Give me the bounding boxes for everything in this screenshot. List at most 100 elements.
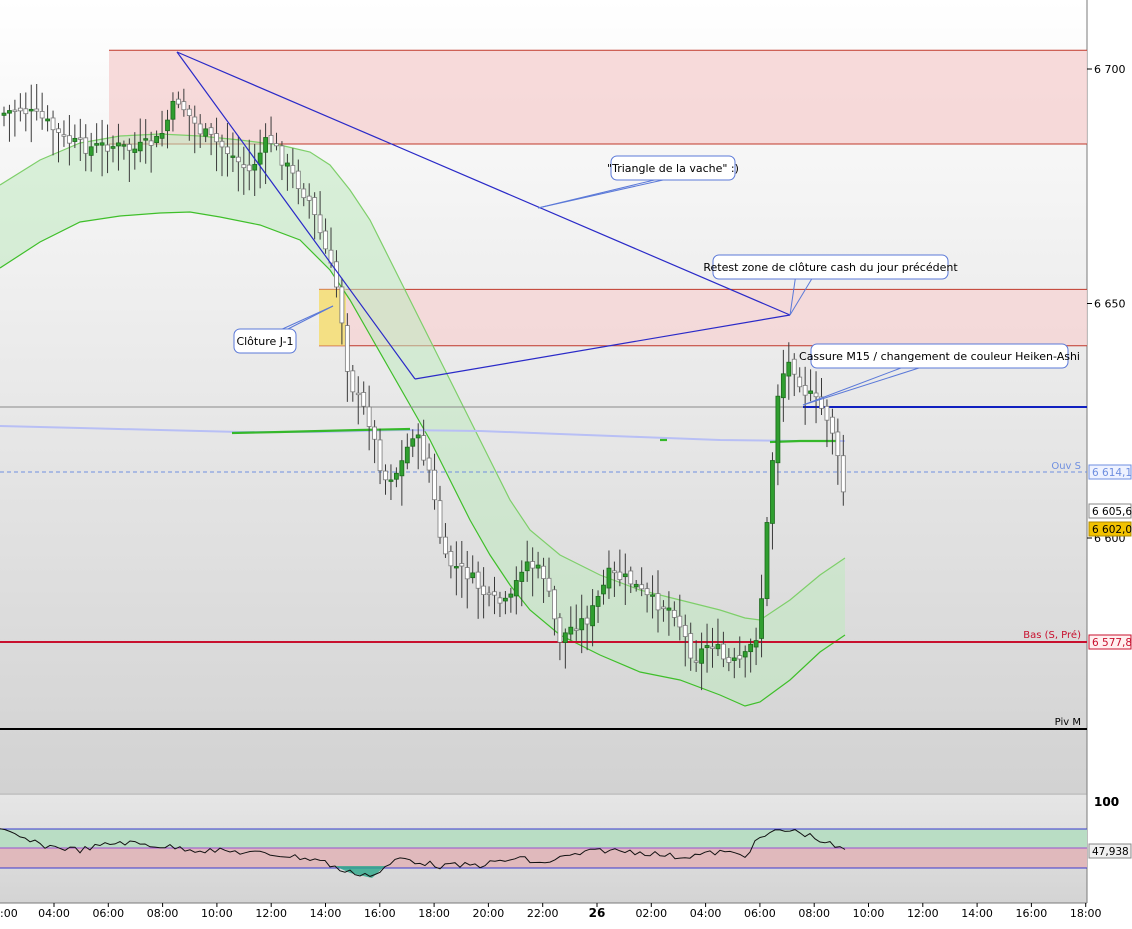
candle-body <box>437 500 443 538</box>
candle-body <box>737 655 743 660</box>
callout-triangle-text: "Triangle de la vache" :) <box>607 162 739 175</box>
candle-body <box>61 134 67 137</box>
time-tick-label: 04:00 <box>38 907 70 920</box>
candle-body <box>568 626 574 635</box>
candle-body <box>475 571 481 589</box>
candle-body <box>721 643 726 660</box>
candle-body <box>186 108 192 116</box>
piv-m-label: Piv M <box>1055 717 1081 728</box>
candle-body <box>617 571 623 580</box>
candle-body <box>519 571 525 582</box>
candle-body <box>110 146 116 149</box>
candle-body <box>470 572 476 579</box>
candle-body <box>513 580 519 597</box>
candle-body <box>399 460 405 477</box>
candle-body <box>372 426 378 440</box>
candle-body <box>552 589 557 620</box>
time-tick-label: 02:00 <box>635 907 667 920</box>
time-tick-label: 14:00 <box>961 907 993 920</box>
price-tick-label: 6 650 <box>1094 298 1126 311</box>
right-axis-background <box>1087 0 1132 925</box>
candle-body <box>306 195 312 201</box>
candle-body <box>464 567 470 580</box>
candle-body <box>606 567 612 589</box>
time-tick-label: 06:00 <box>744 907 776 920</box>
candle-body <box>731 657 737 661</box>
candle-body <box>246 164 252 172</box>
candle-body <box>126 143 132 151</box>
time-tick-label: 04:00 <box>690 907 722 920</box>
candle-body <box>612 570 617 574</box>
candle-body <box>682 625 688 637</box>
candle-body <box>459 563 465 567</box>
price-tag-b-text: 6 602,0 <box>1092 524 1132 536</box>
candle-body <box>148 140 154 146</box>
time-tick-label: 12:00 <box>907 907 939 920</box>
candle-body <box>121 144 127 147</box>
time-tick-label: 08:00 <box>147 907 179 920</box>
candle-body <box>197 123 203 135</box>
candle-body <box>235 156 241 163</box>
candle-body <box>404 446 410 464</box>
candle-body <box>279 145 285 166</box>
price-tag-a-text: 6 605,6 <box>1092 506 1132 518</box>
candle-body <box>252 164 258 171</box>
candle-body <box>780 373 786 399</box>
candle-body <box>274 143 279 147</box>
candle-body <box>317 214 323 234</box>
previous-close-zone <box>319 289 1087 346</box>
osc-value-tag: 47,938 <box>1088 843 1132 859</box>
candle-body <box>241 164 247 169</box>
candle-body <box>448 551 454 567</box>
candle-body <box>45 118 50 122</box>
candle-body <box>7 110 12 114</box>
candle-body <box>601 584 606 595</box>
candle-body <box>753 640 759 648</box>
candle-body <box>12 109 18 112</box>
candle-body <box>94 143 100 146</box>
upper-resistance-zone <box>109 50 1087 145</box>
candle-body <box>666 607 672 611</box>
candle-body <box>802 385 808 396</box>
bas-label: Bas (S, Pré) <box>1023 629 1081 641</box>
candle-body <box>263 137 269 153</box>
candle-body <box>421 435 427 461</box>
ouv-s-tag: 6 614,1 <box>1088 464 1132 480</box>
candle-body <box>388 479 394 482</box>
candle-body <box>355 392 361 396</box>
candle-body <box>808 390 813 394</box>
candle-body <box>835 431 841 457</box>
candle-body <box>492 591 497 596</box>
candle-body <box>579 618 585 631</box>
candle-body <box>290 165 296 174</box>
candle-body <box>840 455 846 493</box>
price-chart[interactable]: Ouv S Bas (S, Pré) Piv M "Triangle de la v… <box>0 0 1132 925</box>
candle-body <box>50 117 56 131</box>
candle-body <box>170 100 176 120</box>
candle-body <box>23 108 29 115</box>
candle-body <box>383 470 388 481</box>
candle-body <box>481 585 487 595</box>
candle-body <box>230 155 236 158</box>
candle-body <box>175 98 181 105</box>
candle-body <box>28 108 34 112</box>
time-tick-label: 08:00 <box>798 907 830 920</box>
candle-body <box>622 573 628 578</box>
candle-body <box>573 628 579 631</box>
candle-body <box>677 615 683 628</box>
candle-body <box>301 188 307 199</box>
candle-body <box>775 395 781 464</box>
candle-body <box>453 566 459 569</box>
osc-top-value: 100 <box>1094 795 1119 809</box>
candle-body <box>824 405 830 421</box>
candle-body <box>312 197 318 215</box>
candle-body <box>497 597 503 604</box>
candle-body <box>797 376 803 388</box>
time-tick-label-first: :00 <box>0 907 18 920</box>
candle-body <box>535 564 541 569</box>
time-tick-label: 10:00 <box>201 907 233 920</box>
candle-body <box>295 170 301 189</box>
candle-body <box>726 657 732 663</box>
candle-body <box>361 392 367 407</box>
price-tag-a: 6 605,6 <box>1088 503 1132 519</box>
